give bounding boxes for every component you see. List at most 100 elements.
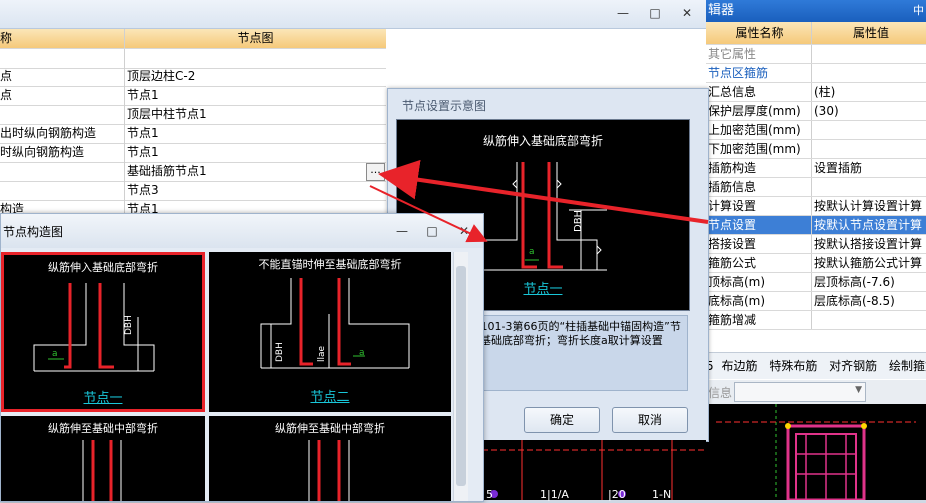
table-row[interactable]: 点顶层边柱C-2 <box>0 67 386 87</box>
row-value: 顶层边柱C-2 <box>127 69 196 83</box>
minimize-icon[interactable]: — <box>612 6 634 20</box>
table-row[interactable]: 点节点1 <box>0 86 386 106</box>
maximize-icon[interactable]: □ <box>644 6 666 20</box>
row-name: 出时纵向钢筋构造 <box>0 124 125 143</box>
a-dim-label: a <box>359 348 365 358</box>
info-bar: 信息 ▼ <box>706 380 926 404</box>
property-row[interactable]: 底标高(m) 层底标高(-8.5) <box>706 292 926 311</box>
property-value: (30) <box>814 104 839 118</box>
row-value: 节点1 <box>127 145 159 159</box>
property-name: 其它属性 <box>706 45 812 63</box>
a-dim-label: a <box>529 247 535 257</box>
grid-label: 1|1/A <box>540 488 569 501</box>
property-row[interactable]: 插筋信息 <box>706 178 926 197</box>
property-row[interactable]: 上加密范围(mm) <box>706 121 926 140</box>
info-select[interactable]: ▼ <box>734 382 866 402</box>
property-value: 层底标高(-8.5) <box>814 294 895 308</box>
lae-dim-label: llae <box>317 345 327 362</box>
node-tile-1[interactable]: 纵筋伸入基础底部弯折 DBH a 节点一 <box>1 252 205 412</box>
property-value: 按默认计算设置计算 <box>814 199 923 213</box>
chevron-down-icon: ▼ <box>855 385 862 395</box>
maximize-icon[interactable]: □ <box>421 224 443 238</box>
cad-plan-view[interactable]: 5 1|1/A |20 1-N <box>482 440 706 501</box>
row-name <box>0 162 125 181</box>
property-value <box>812 311 926 329</box>
grid-label: |20 <box>608 488 626 501</box>
close-icon[interactable]: ✕ <box>453 224 475 238</box>
row-name <box>0 49 125 68</box>
column-section-drawing <box>716 404 916 502</box>
property-row[interactable]: 箍筋增减 <box>706 311 926 330</box>
property-row[interactable]: 下加密范围(mm) <box>706 140 926 159</box>
property-row[interactable]: 计算设置 按默认计算设置计算 <box>706 197 926 216</box>
info-label: 信息 <box>708 386 733 400</box>
property-name: 下加密范围(mm) <box>706 140 812 158</box>
gallery-scrollbar[interactable] <box>453 252 468 501</box>
property-value: 层顶标高(-7.6) <box>814 275 895 289</box>
property-row[interactable]: 搭接设置 按默认搭接设置计算 <box>706 235 926 254</box>
property-name: 节点设置 <box>706 216 812 234</box>
close-icon[interactable]: ✕ <box>676 6 698 20</box>
property-header: 属性名称 属性值 <box>706 22 926 45</box>
property-value <box>812 140 926 158</box>
grid-label: 1-N <box>652 488 672 501</box>
property-name: 上加密范围(mm) <box>706 121 812 139</box>
property-editor-panel: 辑器 中 属性名称 属性值 其它属性 节点区箍筋 汇总信息 (柱) 保护层厚度(mm)(… <box>706 0 926 502</box>
ok-button[interactable]: 确定 <box>524 407 600 433</box>
gallery-titlebar: 节点构造图 — □ ✕ <box>1 214 483 248</box>
property-value: (柱) <box>814 85 836 99</box>
cad-column-view[interactable] <box>706 404 926 502</box>
minimize-icon[interactable]: — <box>391 224 413 238</box>
draw-stirrup-button[interactable]: 绘制箍筋 <box>889 359 926 373</box>
node-tile-3[interactable]: 纵筋伸至基础中部弯折 <box>1 416 205 501</box>
property-row[interactable]: 箍筋公式 按默认箍筋公式计算 <box>706 254 926 273</box>
dbh-dim-label: DBH <box>124 315 134 335</box>
row-value: 基础插筋节点1 <box>127 164 207 178</box>
property-name: 底标高(m) <box>706 292 812 310</box>
property-value-header: 属性值 <box>812 22 926 44</box>
property-row[interactable]: 保护层厚度(mm) (30) <box>706 102 926 121</box>
align-rebar-button[interactable]: 对齐钢筋 <box>829 359 877 373</box>
property-row[interactable]: 节点设置 按默认节点设置计算 <box>706 216 926 235</box>
row-name: 时纵向钢筋构造 <box>0 143 125 162</box>
property-name: 节点区箍筋 <box>706 64 812 82</box>
scrollbar-thumb[interactable] <box>456 266 466 486</box>
a-dim-label: a <box>52 349 58 359</box>
table-row[interactable]: 节点3 <box>0 181 386 201</box>
property-row[interactable]: 插筋构造 设置插筋 <box>706 159 926 178</box>
row-value: 节点1 <box>127 88 159 102</box>
grid-label: 5 <box>486 488 493 501</box>
table-row[interactable]: 出时纵向钢筋构造 节点1 <box>0 124 386 144</box>
table-row[interactable]: 时纵向钢筋构造 节点1 <box>0 143 386 163</box>
node-construction-dialog: 节点构造图 — □ ✕ 纵筋伸入基础底部弯折 DBH a 节点一 不能直锚时伸至… <box>0 213 484 502</box>
gallery-title: 节点构造图 <box>3 225 64 239</box>
property-editor-title: 辑器 <box>708 3 735 18</box>
cancel-button[interactable]: 取消 <box>612 407 688 433</box>
property-row[interactable]: 汇总信息 (柱) <box>706 83 926 102</box>
property-value: 按默认箍筋公式计算 <box>814 256 923 270</box>
dbh-dim-label: DBH <box>573 209 584 232</box>
property-value <box>812 121 926 139</box>
preview-dialog-title: 节点设置示意图 <box>402 99 487 113</box>
dock-toggle[interactable]: 中 <box>913 0 924 22</box>
tile-diagram <box>33 283 155 372</box>
property-name: 插筋信息 <box>706 178 812 196</box>
property-value: 设置插筋 <box>814 161 863 175</box>
property-row[interactable]: 节点区箍筋 <box>706 64 926 83</box>
table-row[interactable]: 顶层中柱节点1 <box>0 105 386 125</box>
cad-plan-drawing <box>482 440 706 500</box>
node-tile-4[interactable]: 纵筋伸至基础中部弯折 <box>209 416 451 501</box>
table-row[interactable] <box>0 49 386 69</box>
ellipsis-button[interactable]: ... <box>366 163 385 181</box>
special-rebar-button[interactable]: 特殊布筋 <box>769 359 817 373</box>
property-name: 箍筋公式 <box>706 254 812 272</box>
row-value: 节点1 <box>127 126 159 140</box>
window-titlebar: — □ ✕ <box>0 0 706 29</box>
property-name: 汇总信息 <box>706 83 812 101</box>
table-row[interactable]: 基础插筋节点1 ... <box>0 162 386 182</box>
node-tile-2[interactable]: 不能直锚时伸至基础底部弯折 DBH llae a 节点二 <box>209 252 451 412</box>
property-row[interactable]: 其它属性 <box>706 45 926 64</box>
row-name <box>0 181 125 200</box>
edge-rebar-button[interactable]: 布边筋 <box>721 359 757 373</box>
property-row[interactable]: 顶标高(m) 层顶标高(-7.6) <box>706 273 926 292</box>
